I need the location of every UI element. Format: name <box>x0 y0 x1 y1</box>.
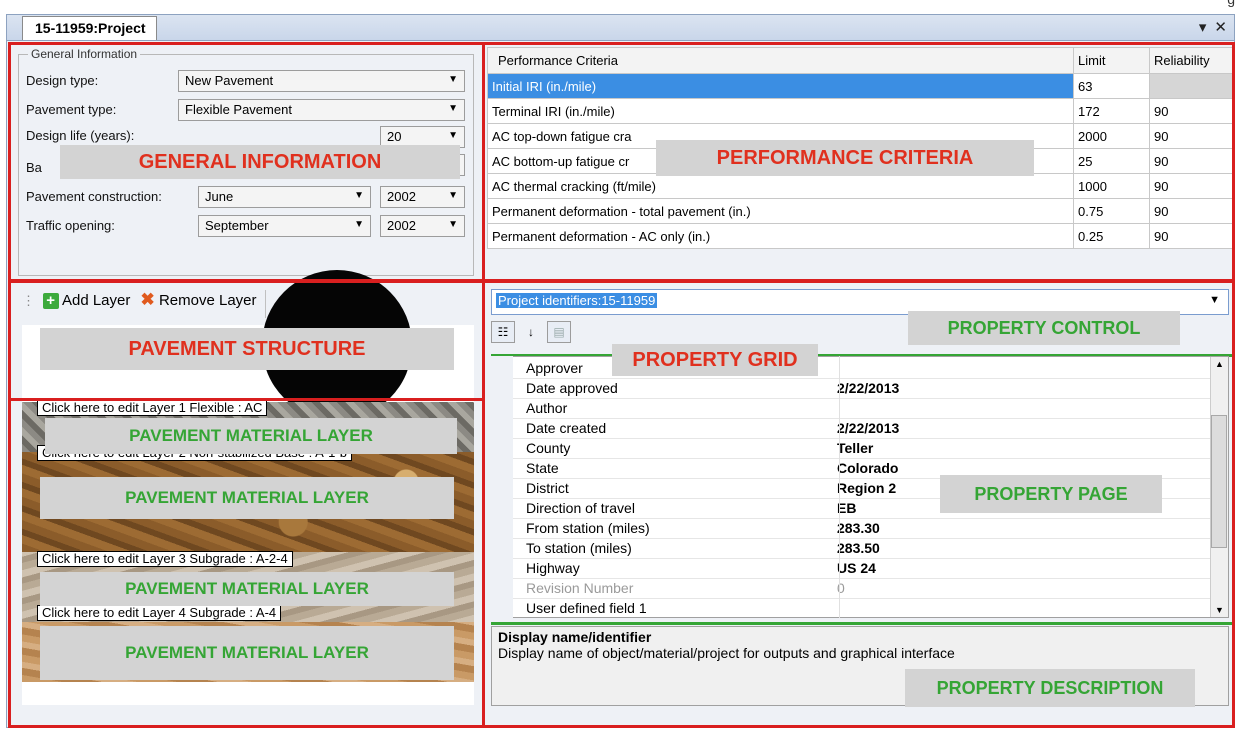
close-icon[interactable]: ✕ <box>1214 19 1227 36</box>
tab-tools: ▾ ✕ <box>1191 18 1227 36</box>
document-tab-bar <box>6 14 1235 40</box>
tab-project[interactable]: 15-11959:Project <box>22 16 157 40</box>
performance-region <box>482 42 1235 282</box>
material-layers-region <box>8 398 485 728</box>
pavement-structure-region <box>8 280 485 401</box>
chevron-down-icon[interactable]: ▾ <box>1199 19 1207 36</box>
top-strip <box>0 0 1241 14</box>
cut-off-text: g <box>1227 0 1235 7</box>
property-region <box>482 280 1235 728</box>
general-info-region <box>8 42 485 282</box>
